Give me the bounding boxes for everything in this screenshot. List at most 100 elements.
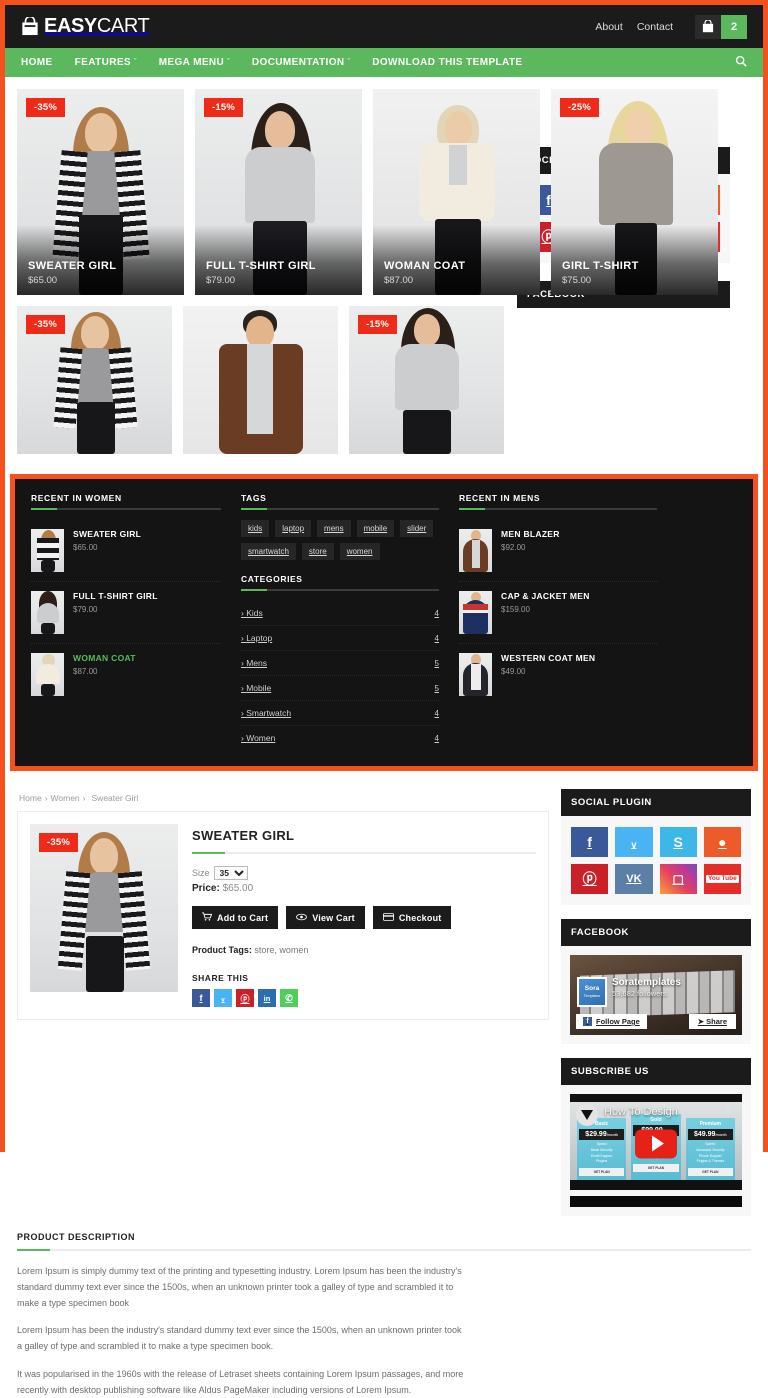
tag-women[interactable]: women bbox=[339, 543, 380, 560]
linkedin-glyph: in bbox=[263, 993, 271, 1003]
facebook-icon[interactable]: f bbox=[571, 827, 609, 857]
product-card[interactable]: -15% bbox=[349, 306, 504, 454]
instagram-icon[interactable]: ▢ bbox=[659, 864, 697, 894]
whatsapp-glyph: ✆ bbox=[285, 992, 293, 1003]
tag-slider[interactable]: slider bbox=[400, 520, 434, 537]
product-card[interactable] bbox=[183, 306, 338, 454]
nav-item-documentation[interactable]: DOCUMENTATION ˇ bbox=[252, 57, 350, 68]
product-thumbnail bbox=[459, 653, 492, 696]
tag-mens[interactable]: mens bbox=[317, 520, 351, 537]
breadcrumb-separator: › bbox=[82, 793, 86, 803]
play-button-icon[interactable] bbox=[635, 1129, 677, 1159]
product-main-image[interactable]: -35% bbox=[30, 824, 178, 992]
product-description-section: PRODUCT DESCRIPTION Lorem Ipsum is simpl… bbox=[5, 1216, 763, 1398]
product-name: SWEATER GIRL bbox=[73, 529, 142, 539]
product-price: $92.00 bbox=[501, 543, 526, 552]
share-button[interactable]: ➤ Share bbox=[688, 1014, 736, 1029]
cart-count-badge[interactable]: 2 bbox=[721, 14, 747, 39]
category-laptop[interactable]: › Laptop 4 bbox=[241, 626, 439, 651]
add-to-cart-button[interactable]: Add to Cart bbox=[192, 906, 279, 929]
pinterest-share-icon[interactable]: ⓟ bbox=[236, 989, 254, 1007]
category-label: › Mobile bbox=[241, 683, 272, 693]
breadcrumb-home[interactable]: Home bbox=[19, 793, 42, 803]
list-item[interactable]: WESTERN COAT MEN $49.00 bbox=[459, 644, 657, 705]
instagram-glyph: ▢ bbox=[672, 872, 684, 886]
tag-laptop[interactable]: laptop bbox=[275, 520, 312, 537]
header-link-about[interactable]: About bbox=[595, 21, 622, 33]
skype-icon[interactable]: S bbox=[659, 827, 697, 857]
facebook-glyph: f bbox=[587, 834, 592, 850]
whatsapp-share-icon[interactable]: ✆ bbox=[280, 989, 298, 1007]
footer-widgets-highlight-frame: RECENT IN WOMEN SWEATER GIRL $65.00 FULL… bbox=[10, 474, 758, 771]
chevron-down-icon: ˇ bbox=[133, 59, 137, 66]
category-women[interactable]: › Women 4 bbox=[241, 726, 439, 750]
brand-text-light: CART bbox=[96, 15, 150, 37]
product-price: $65.00 bbox=[28, 275, 58, 286]
follow-page-button[interactable]: f Follow Page bbox=[576, 1014, 647, 1029]
list-item[interactable]: CAP & JACKET MEN $159.00 bbox=[459, 582, 657, 644]
category-label: › Smartwatch bbox=[241, 708, 292, 718]
youtube-glyph: You Tube bbox=[706, 874, 739, 884]
facebook-page-card[interactable]: Sora Templates Soratemplates 53,682 foll… bbox=[570, 955, 742, 1035]
product-name: MEN BLAZER bbox=[501, 529, 560, 539]
twitter-icon[interactable]: ᵥ bbox=[615, 827, 653, 857]
category-mobile[interactable]: › Mobile 5 bbox=[241, 676, 439, 701]
pinterest-icon[interactable]: ⓟ bbox=[571, 864, 609, 894]
tag-kids[interactable]: kids bbox=[241, 520, 270, 537]
breadcrumb-women[interactable]: Women bbox=[51, 793, 80, 803]
linkedin-share-icon[interactable]: in bbox=[258, 989, 276, 1007]
facebook-glyph: f bbox=[199, 993, 203, 1003]
facebook-share-icon[interactable]: f bbox=[192, 989, 210, 1007]
product-card[interactable]: -35% bbox=[17, 306, 172, 454]
youtube-icon[interactable]: You Tube bbox=[703, 864, 741, 894]
category-smartwatch[interactable]: › Smartwatch 4 bbox=[241, 701, 439, 726]
nav-item-download-template[interactable]: DOWNLOAD THIS TEMPLATE bbox=[372, 57, 522, 68]
nav-item-mega-menu[interactable]: MEGA MENU ˇ bbox=[159, 57, 230, 68]
twitter-share-icon[interactable]: ᵥ bbox=[214, 989, 232, 1007]
plan-button[interactable]: GET PLAN bbox=[579, 1168, 625, 1177]
footer-widget-tags-categories: TAGS kids laptop mens mobile slider smar… bbox=[241, 493, 439, 750]
twitter-glyph: ᵥ bbox=[631, 834, 637, 850]
product-card[interactable]: -15% FULL T-SHIRT GIRL $79.00 bbox=[195, 89, 362, 295]
product-name: CAP & JACKET MEN bbox=[501, 591, 590, 601]
product-card[interactable]: -35% SWEATER GIRL $65.00 bbox=[17, 89, 184, 295]
product-card[interactable]: WOMAN COAT $87.00 bbox=[373, 89, 540, 295]
view-cart-button[interactable]: View Cart bbox=[286, 906, 365, 929]
brand-logo[interactable]: EASYCART bbox=[21, 15, 150, 38]
header-link-contact[interactable]: Contact bbox=[637, 21, 673, 33]
category-kids[interactable]: › Kids 4 bbox=[241, 601, 439, 626]
list-item[interactable]: SWEATER GIRL $65.00 bbox=[31, 520, 221, 582]
product-price: $159.00 bbox=[501, 605, 530, 614]
checkout-button[interactable]: Checkout bbox=[372, 906, 452, 929]
tag-smartwatch[interactable]: smartwatch bbox=[241, 543, 296, 560]
plan-button[interactable]: GET PLAN bbox=[687, 1168, 733, 1177]
vk-icon[interactable]: VK bbox=[615, 864, 653, 894]
product-detail-card: -35% SWEATER GIRL Size 35 Price: $65.00 bbox=[17, 811, 549, 1020]
list-item[interactable]: FULL T-SHIRT GIRL $79.00 bbox=[31, 582, 221, 644]
plan-name: Premium bbox=[699, 1121, 722, 1127]
list-item[interactable]: WOMAN COAT $87.00 bbox=[31, 644, 221, 705]
plan-features: Speed Basic Security Email Support Plugins bbox=[590, 1142, 613, 1164]
tag-mobile[interactable]: mobile bbox=[356, 520, 395, 537]
search-icon[interactable] bbox=[735, 55, 747, 70]
avatar: Sora Templates bbox=[577, 977, 607, 1007]
product-card[interactable]: -25% GIRL T-SHIRT $75.00 bbox=[551, 89, 718, 295]
size-select[interactable]: 35 bbox=[213, 866, 248, 880]
product-card-caption: GIRL T-SHIRT $75.00 bbox=[551, 225, 718, 295]
reddit-icon[interactable]: ● bbox=[703, 827, 741, 857]
kebab-menu-icon[interactable]: ⋮ bbox=[723, 1104, 733, 1114]
cart-icon[interactable] bbox=[695, 14, 721, 39]
nav-item-features[interactable]: FEATURES ˇ bbox=[75, 57, 137, 68]
discount-badge: -15% bbox=[204, 98, 243, 117]
list-item[interactable]: MEN BLAZER $92.00 bbox=[459, 520, 657, 582]
nav-item-home[interactable]: HOME bbox=[21, 57, 53, 68]
social-plugin-widget-title: SOCIAL PLUGIN bbox=[561, 789, 751, 816]
widget-title: TAGS bbox=[241, 493, 267, 503]
category-mens[interactable]: › Mens 5 bbox=[241, 651, 439, 676]
tag-store[interactable]: store bbox=[301, 543, 334, 560]
discount-badge: -25% bbox=[560, 98, 599, 117]
youtube-video-embed[interactable]: Basic $29.99/month Speed Basic Security Em… bbox=[570, 1094, 742, 1190]
plan-button[interactable]: GET PLAN bbox=[633, 1164, 679, 1173]
cart-widget[interactable]: 2 bbox=[695, 14, 747, 39]
twitter-glyph: ᵥ bbox=[221, 993, 225, 1003]
